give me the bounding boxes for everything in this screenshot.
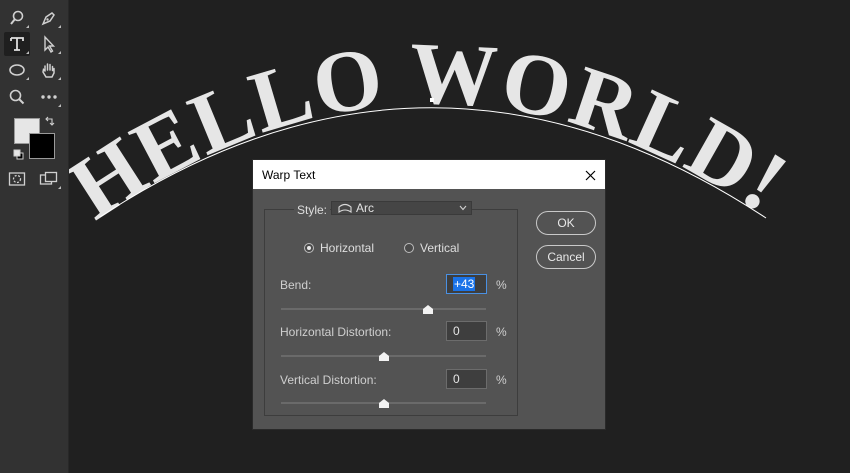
vertical-radio-label: Vertical xyxy=(420,241,460,255)
type-tool[interactable] xyxy=(4,32,30,56)
horizontal-radio-label: Horizontal xyxy=(320,241,375,255)
bend-input[interactable]: +43 xyxy=(446,274,487,294)
background-color-swatch[interactable] xyxy=(29,133,55,159)
horizontal-radio-button[interactable] xyxy=(304,243,314,253)
bend-slider-thumb[interactable] xyxy=(422,305,433,314)
screen-mode-icon xyxy=(39,171,58,185)
vertical-distortion-input[interactable]: 0 xyxy=(446,369,487,389)
zoom-icon xyxy=(9,89,25,105)
default-colors-icon[interactable] xyxy=(13,149,25,161)
dialog-body: Style: Arc Horizontal Vertical Bend: +43… xyxy=(253,189,605,429)
vertical-distortion-value: 0 xyxy=(453,372,460,386)
screen-mode-tool[interactable] xyxy=(36,167,62,191)
vertical-radio-button[interactable] xyxy=(404,243,414,253)
vertical-distortion-unit: % xyxy=(496,373,507,387)
bend-label: Bend: xyxy=(280,278,312,292)
text-anchor-point xyxy=(430,98,434,102)
swap-colors-icon[interactable] xyxy=(44,115,56,127)
horizontal-radio[interactable]: Horizontal xyxy=(304,241,374,255)
style-label: Style: xyxy=(294,203,331,217)
horizontal-distortion-value: 0 xyxy=(453,324,460,338)
horizontal-distortion-label: Horizontal Distortion: xyxy=(280,325,392,339)
zoom-tool[interactable] xyxy=(4,85,30,109)
style-dropdown[interactable]: Arc xyxy=(331,201,472,215)
horizontal-distortion-slider-thumb[interactable] xyxy=(378,352,389,361)
bend-unit: % xyxy=(496,278,507,292)
tools-panel xyxy=(0,0,69,473)
type-icon xyxy=(10,37,24,51)
edit-toolbar-tool[interactable] xyxy=(36,85,62,109)
arc-style-icon xyxy=(338,203,352,213)
close-button[interactable] xyxy=(579,164,601,186)
quick-mask-icon xyxy=(8,172,26,186)
pen-tool[interactable] xyxy=(36,6,62,30)
ok-button[interactable]: OK xyxy=(536,211,596,235)
cancel-button[interactable]: Cancel xyxy=(536,245,596,269)
path-selection-tool[interactable] xyxy=(36,32,62,56)
pen-icon xyxy=(41,12,55,26)
hand-tool[interactable] xyxy=(36,58,62,82)
vertical-distortion-label: Vertical Distortion: xyxy=(280,373,377,387)
chevron-down-icon xyxy=(459,205,467,211)
quick-selection-tool[interactable] xyxy=(4,6,30,30)
dialog-title: Warp Text xyxy=(262,168,316,182)
more-icon xyxy=(41,95,57,99)
vertical-radio[interactable]: Vertical xyxy=(404,241,459,255)
quick-mask-tool[interactable] xyxy=(4,167,30,191)
horizontal-distortion-input[interactable]: 0 xyxy=(446,321,487,341)
style-dropdown-value: Arc xyxy=(356,201,374,215)
vertical-distortion-slider-thumb[interactable] xyxy=(378,399,389,408)
bend-value: +43 xyxy=(453,277,476,291)
path-selection-icon xyxy=(44,35,56,53)
close-icon xyxy=(585,170,595,180)
dialog-titlebar[interactable]: Warp Text xyxy=(253,160,605,189)
warp-text-dialog: Warp Text Style: Arc Horizontal Vertical xyxy=(252,159,606,430)
ellipse-icon xyxy=(9,64,25,76)
quick-selection-icon xyxy=(10,10,24,25)
horizontal-distortion-unit: % xyxy=(496,325,507,339)
bend-slider-track[interactable] xyxy=(281,308,486,310)
ellipse-tool[interactable] xyxy=(4,58,30,82)
hand-icon xyxy=(42,63,55,78)
